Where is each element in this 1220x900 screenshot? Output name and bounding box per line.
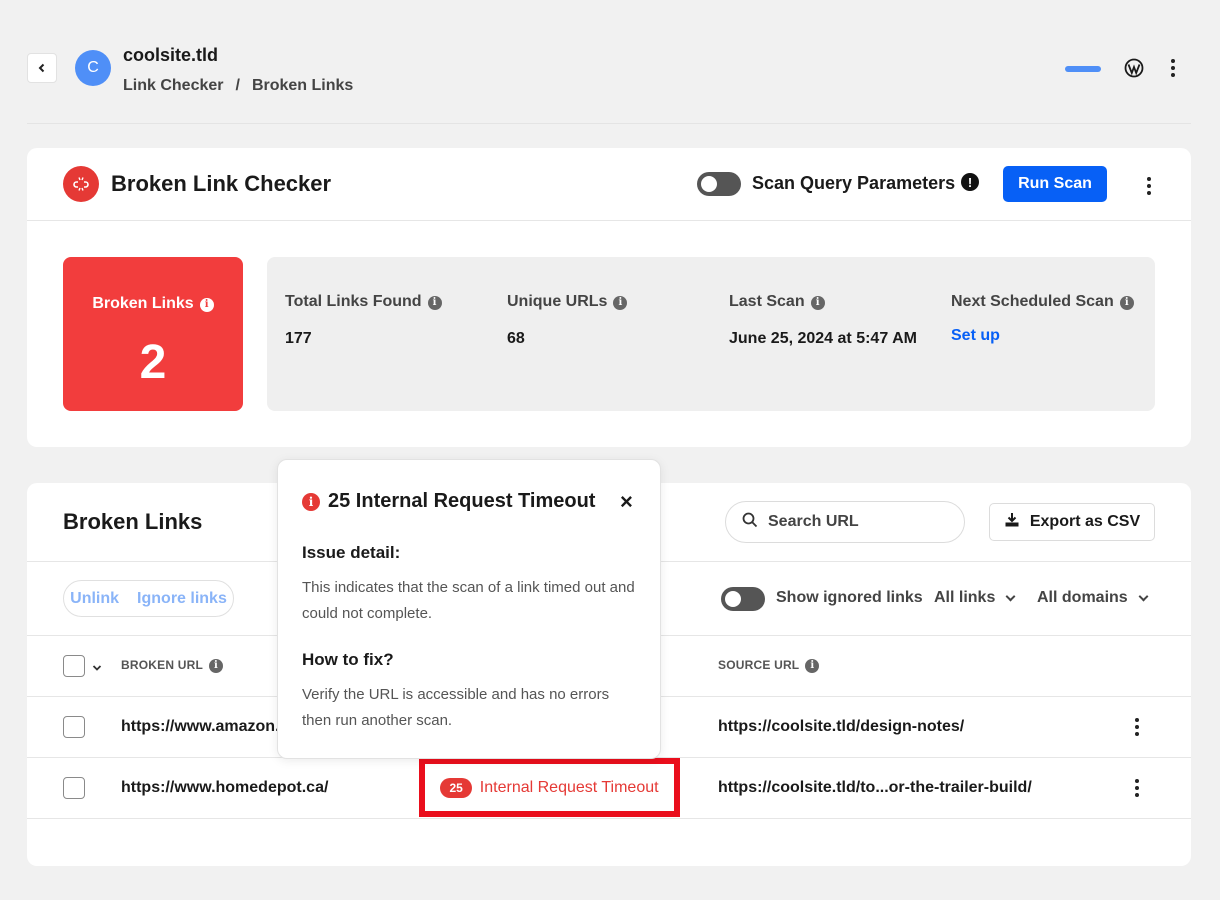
status-text: Internal Request Timeout — [479, 778, 659, 796]
divider — [27, 220, 1191, 221]
popover-title: 25 Internal Request Timeout — [328, 490, 596, 512]
export-label: Export as CSV — [1029, 513, 1141, 530]
download-icon — [1004, 512, 1020, 533]
info-icon[interactable]: i — [209, 658, 223, 673]
show-ignored-toggle[interactable] — [721, 587, 765, 611]
filter-domains-dropdown[interactable]: All domains — [1037, 589, 1149, 607]
stat-next-scan: Next Scheduled Scan i Set up — [951, 293, 1151, 345]
show-ignored-label: Show ignored links — [776, 589, 923, 606]
divider — [27, 818, 1191, 819]
chevron-down-icon[interactable] — [92, 660, 102, 678]
breadcrumb: Link Checker / Broken Links — [123, 77, 353, 95]
broken-link-icon — [63, 166, 99, 202]
broken-links-title: Broken Links — [63, 509, 203, 534]
breadcrumb-broken-links: Broken Links — [251, 77, 354, 94]
row-checkbox[interactable] — [63, 716, 85, 738]
error-icon: i — [302, 493, 320, 511]
broken-links-summary: Broken Links i 2 — [63, 257, 243, 411]
info-icon[interactable]: i — [613, 295, 628, 310]
back-button[interactable] — [27, 53, 57, 83]
source-url-cell[interactable]: https://coolsite.tld/design-notes/ — [718, 718, 964, 736]
run-scan-button[interactable]: Run Scan — [1003, 166, 1107, 202]
row-options-icon[interactable] — [1127, 776, 1147, 800]
broken-url-cell[interactable]: https://www.homedepot.ca/ — [121, 779, 328, 797]
search-icon — [742, 512, 758, 533]
chevron-down-icon — [1005, 591, 1016, 601]
column-header-broken-url[interactable]: BROKEN URL i — [121, 658, 223, 673]
status-code: 25 — [440, 777, 472, 798]
info-icon[interactable]: i — [1119, 295, 1134, 310]
fix-heading: How to fix? — [302, 650, 394, 669]
stat-unique-urls: Unique URLs i 68 — [507, 293, 707, 351]
column-header-source-url[interactable]: SOURCE URL i — [718, 658, 820, 673]
info-icon[interactable]: i — [199, 297, 214, 312]
issue-heading: Issue detail: — [302, 543, 401, 562]
select-all-checkbox[interactable] — [63, 655, 85, 677]
divider — [27, 123, 1191, 124]
filter-links-dropdown[interactable]: All links — [934, 589, 1016, 607]
search-placeholder: Search URL — [768, 513, 859, 530]
warning-icon[interactable]: ! — [961, 173, 979, 191]
info-icon[interactable]: i — [805, 658, 820, 673]
row-checkbox[interactable] — [63, 777, 85, 799]
more-options-icon[interactable] — [1163, 56, 1183, 80]
stat-total-links: Total Links Found i 177 — [285, 293, 485, 351]
bulk-actions: Unlink Ignore links — [63, 580, 234, 617]
status-badge[interactable]: 25 Internal Request Timeout — [419, 758, 680, 817]
fix-text: Verify the URL is accessible and has no … — [302, 686, 610, 729]
ignore-links-button[interactable]: Ignore links — [137, 590, 227, 608]
info-icon[interactable]: i — [810, 295, 825, 310]
breadcrumb-separator: / — [235, 77, 240, 94]
info-icon[interactable]: i — [427, 295, 442, 310]
stats-panel: Total Links Found i 177 Unique URLs i 68 L… — [267, 257, 1155, 411]
row-options-icon[interactable] — [1127, 715, 1147, 739]
broken-url-cell[interactable]: https://www.amazon.c — [121, 718, 288, 736]
unlink-button[interactable]: Unlink — [70, 590, 119, 608]
set-up-link[interactable]: Set up — [951, 327, 1151, 345]
site-name: coolsite.tld — [123, 45, 219, 65]
checker-title: Broken Link Checker — [111, 171, 332, 196]
progress-indicator — [1065, 66, 1101, 72]
scan-query-toggle[interactable] — [697, 172, 741, 196]
avatar: C — [75, 50, 111, 86]
stat-last-scan: Last Scan i June 25, 2024 at 5:47 AM — [729, 293, 917, 347]
wordpress-icon[interactable] — [1124, 58, 1144, 78]
scan-query-label: Scan Query Parameters — [752, 173, 956, 193]
close-icon[interactable]: × — [620, 490, 633, 514]
issue-text: This indicates that the scan of a link t… — [302, 579, 635, 622]
card-options-icon[interactable] — [1139, 174, 1159, 198]
source-url-cell[interactable]: https://coolsite.tld/to...or-the-trailer… — [718, 779, 1032, 797]
chevron-down-icon — [1138, 591, 1149, 601]
export-csv-button[interactable]: Export as CSV — [989, 503, 1155, 541]
broken-links-count: 2 — [139, 336, 167, 389]
broken-links-label: Broken Links i — [63, 295, 243, 313]
search-input[interactable]: Search URL — [725, 501, 965, 543]
chevron-left-icon — [37, 60, 47, 76]
breadcrumb-link-checker[interactable]: Link Checker — [123, 77, 223, 95]
status-popover: i 25 Internal Request Timeout × Issue de… — [277, 459, 661, 759]
